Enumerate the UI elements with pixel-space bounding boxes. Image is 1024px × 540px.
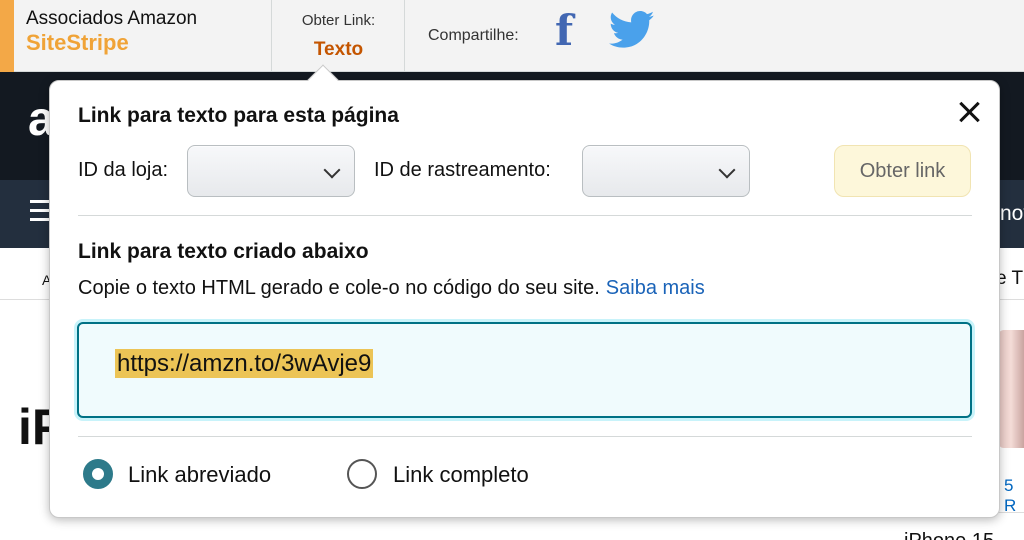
sitestripe-bar: Associados Amazon SiteStripe Obter Link:… [0,0,1024,72]
get-link-button[interactable]: Obter link [834,145,971,197]
instructions-body: Copie o texto HTML gerado e cole-o no có… [78,277,600,299]
short-link-label[interactable]: Link abreviado [128,462,271,488]
sitestripe-brand: SiteStripe [26,30,129,55]
store-id-label: ID da loja: [78,159,169,181]
full-link-radio[interactable] [347,459,377,489]
product-price-partial[interactable]: 5 R [1004,476,1024,516]
nav-item-partial[interactable]: nov [1000,202,1024,226]
sub-nav-item-partial-right[interactable]: e T [996,268,1023,290]
get-link-label: Obter Link: [301,12,376,29]
store-id-select[interactable] [187,145,355,197]
short-link-radio[interactable] [83,459,113,489]
divider [78,436,972,437]
chevron-down-icon [718,161,736,179]
twitter-icon[interactable] [609,10,655,50]
get-link-menu[interactable]: Obter Link: Texto [273,0,405,72]
generated-link-text[interactable]: https://amzn.to/3wAvje9 [115,349,374,378]
facebook-icon[interactable]: f [550,8,578,54]
get-link-text-option[interactable]: Texto [273,39,404,61]
created-link-title: Link para texto criado abaixo [78,240,369,263]
share-label: Compartilhe: [428,27,519,44]
generated-link-textarea[interactable]: https://amzn.to/3wAvje9 [77,322,972,418]
instructions-text: Copie o texto HTML gerado e cole-o no có… [78,277,705,300]
full-link-label[interactable]: Link completo [393,462,529,488]
tracking-id-label: ID de rastreamento: [374,159,551,181]
close-icon[interactable] [956,98,984,126]
learn-more-link[interactable]: Saiba mais [606,277,705,299]
divider [78,215,972,216]
tracking-id-select[interactable] [582,145,750,197]
product-image[interactable] [998,330,1024,448]
associates-label: Associados Amazon [26,8,198,29]
product-name-partial[interactable]: iPhone 15 [904,530,994,540]
popover-title: Link para texto para esta página [78,104,399,127]
sitestripe-brand-section: Associados Amazon SiteStripe [0,0,272,72]
chevron-down-icon [323,161,341,179]
